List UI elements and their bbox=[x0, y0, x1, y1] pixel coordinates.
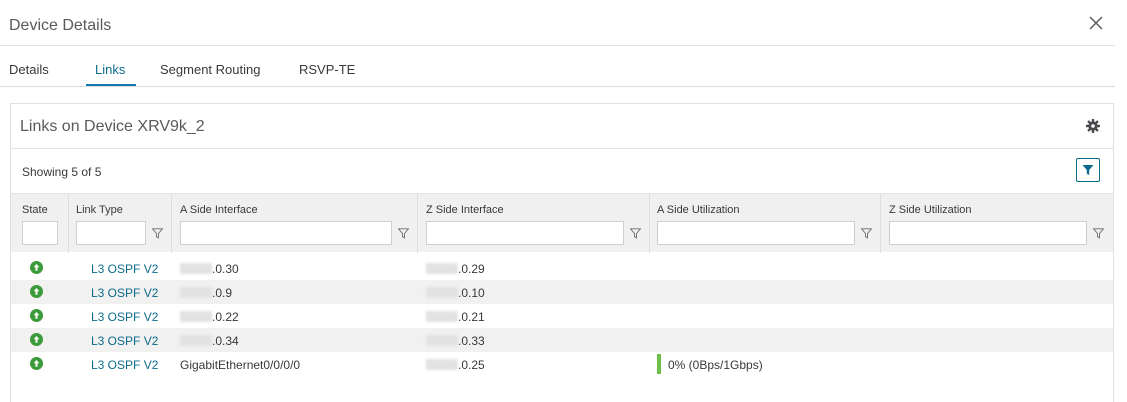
a-side-interface-filter-input[interactable] bbox=[180, 221, 392, 245]
a-side-interface: .0.22 bbox=[180, 310, 239, 324]
z-side-interface: .0.10 bbox=[426, 286, 485, 300]
filter-toggle-button[interactable] bbox=[1076, 158, 1100, 182]
column-header-z-side-utilization[interactable]: Z Side Utilization bbox=[889, 204, 972, 216]
redacted-block bbox=[180, 311, 212, 322]
redacted-block bbox=[180, 287, 212, 298]
tab-links[interactable]: Links bbox=[95, 62, 125, 77]
dialog-title: Device Details bbox=[9, 17, 112, 34]
redacted-block bbox=[180, 335, 212, 346]
gear-icon[interactable] bbox=[1085, 118, 1101, 134]
arrow-up-circle-icon bbox=[30, 309, 43, 322]
filter-icon bbox=[1082, 165, 1094, 175]
a-side-utilization: 0% (0Bps/1Gbps) bbox=[668, 358, 763, 372]
active-tab-indicator bbox=[86, 84, 136, 86]
a-side-interface: .0.34 bbox=[180, 334, 239, 348]
tab-bar: Details Links Segment Routing RSVP-TE bbox=[0, 47, 1115, 87]
z-side-utilization-filter-input[interactable] bbox=[889, 221, 1087, 245]
redacted-block bbox=[426, 287, 458, 298]
link-type-link[interactable]: L3 OSPF V2 bbox=[91, 286, 158, 300]
filter-icon[interactable] bbox=[630, 228, 641, 239]
z-side-interface: .0.21 bbox=[426, 310, 485, 324]
z-side-interface-filter-input[interactable] bbox=[426, 221, 624, 245]
filter-icon[interactable] bbox=[152, 228, 163, 239]
column-divider bbox=[417, 194, 418, 253]
scrollbar-track bbox=[1118, 0, 1127, 402]
link-type-filter-input[interactable] bbox=[76, 221, 146, 245]
column-divider bbox=[649, 194, 650, 253]
column-header-a-side-utilization[interactable]: A Side Utilization bbox=[657, 204, 740, 216]
column-divider bbox=[68, 194, 69, 253]
link-type-link[interactable]: L3 OSPF V2 bbox=[91, 334, 158, 348]
filter-icon[interactable] bbox=[398, 228, 409, 239]
table-row[interactable]: L3 OSPF V2 .0.9 .0.10 bbox=[11, 280, 1113, 304]
link-type-link[interactable]: L3 OSPF V2 bbox=[91, 310, 158, 324]
filter-icon[interactable] bbox=[861, 228, 872, 239]
tab-segment-routing[interactable]: Segment Routing bbox=[160, 62, 260, 77]
arrow-up-circle-icon bbox=[30, 357, 43, 370]
arrow-up-circle-icon bbox=[30, 285, 43, 298]
tab-details[interactable]: Details bbox=[9, 62, 49, 77]
utilization-bar bbox=[657, 354, 661, 374]
close-icon[interactable] bbox=[1087, 14, 1105, 32]
z-side-interface: .0.29 bbox=[426, 262, 485, 276]
row-count: Showing 5 of 5 bbox=[22, 165, 102, 179]
card-title: Links on Device XRV9k_2 bbox=[20, 118, 205, 135]
table-row[interactable]: L3 OSPF V2 .0.34 .0.33 bbox=[11, 328, 1113, 352]
link-type-link[interactable]: L3 OSPF V2 bbox=[91, 262, 158, 276]
a-side-utilization-filter-input[interactable] bbox=[657, 221, 855, 245]
column-header-link-type[interactable]: Link Type bbox=[76, 204, 123, 216]
column-header-z-side-interface[interactable]: Z Side Interface bbox=[426, 204, 504, 216]
arrow-up-circle-icon bbox=[30, 261, 43, 274]
column-header-a-side-interface[interactable]: A Side Interface bbox=[180, 204, 258, 216]
column-divider bbox=[880, 194, 881, 253]
state-filter-input[interactable] bbox=[22, 221, 58, 245]
redacted-block bbox=[426, 359, 458, 370]
column-header-state[interactable]: State bbox=[22, 204, 48, 216]
divider bbox=[11, 148, 1113, 149]
a-side-interface: .0.30 bbox=[180, 262, 239, 276]
link-type-link[interactable]: L3 OSPF V2 bbox=[91, 358, 158, 372]
z-side-interface: .0.25 bbox=[426, 358, 485, 372]
redacted-block bbox=[426, 263, 458, 274]
redacted-block bbox=[426, 335, 458, 346]
redacted-block bbox=[426, 311, 458, 322]
a-side-interface: GigabitEthernet0/0/0/0 bbox=[180, 358, 301, 372]
a-side-interface: .0.9 bbox=[180, 286, 232, 300]
z-side-interface: .0.33 bbox=[426, 334, 485, 348]
table-row[interactable]: L3 OSPF V2 .0.22 .0.21 bbox=[11, 304, 1113, 328]
dialog-header: Device Details bbox=[0, 0, 1115, 46]
table-row[interactable]: L3 OSPF V2 GigabitEthernet0/0/0/0 .0.25 … bbox=[11, 352, 1113, 376]
table-row[interactable]: L3 OSPF V2 .0.30 .0.29 bbox=[11, 256, 1113, 280]
redacted-block bbox=[180, 263, 212, 274]
links-card: Links on Device XRV9k_2 Showing 5 of 5 S… bbox=[10, 103, 1114, 402]
table-header: State Link Type A Side Interface Z Side … bbox=[11, 193, 1113, 253]
filter-icon[interactable] bbox=[1093, 228, 1104, 239]
column-divider bbox=[171, 194, 172, 253]
tab-rsvp-te[interactable]: RSVP-TE bbox=[299, 62, 355, 77]
arrow-up-circle-icon bbox=[30, 333, 43, 346]
